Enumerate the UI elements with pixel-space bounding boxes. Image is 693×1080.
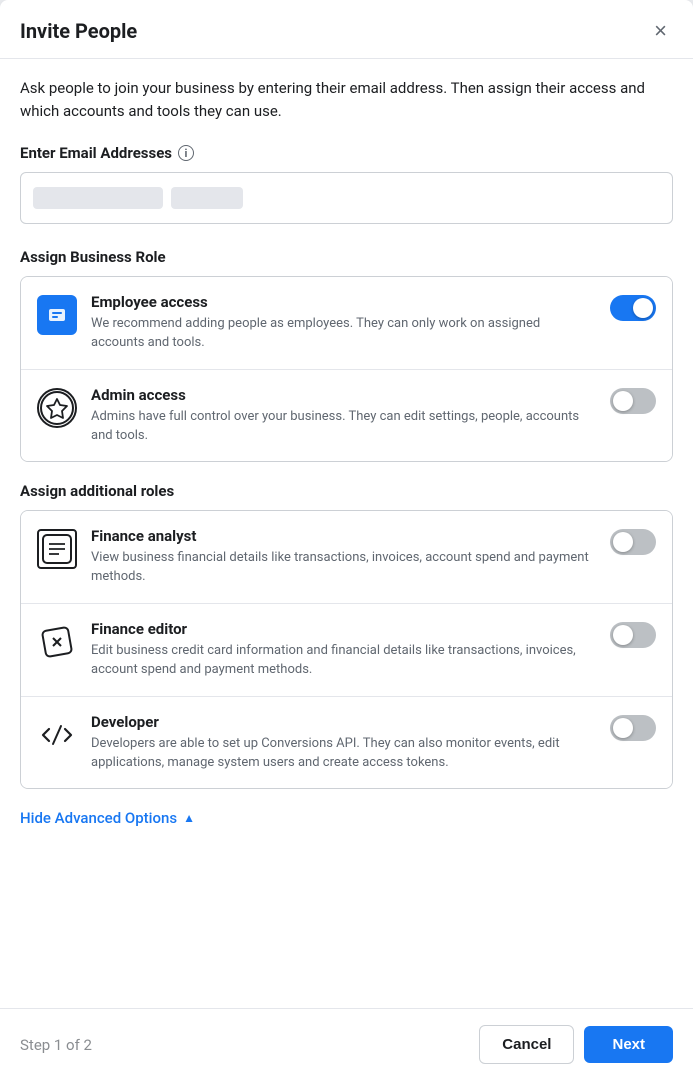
admin-role-desc: Admins have full control over your busin… bbox=[91, 408, 596, 446]
finance-editor-role-item: Finance editor Edit business credit card… bbox=[21, 603, 672, 696]
additional-roles-label: Assign additional roles bbox=[20, 482, 673, 500]
business-role-card: Employee access We recommend adding peop… bbox=[20, 276, 673, 462]
finance-analyst-role-content: Finance analyst View business financial … bbox=[91, 527, 596, 587]
employee-toggle[interactable] bbox=[610, 295, 656, 321]
finance-editor-toggle-knob bbox=[613, 625, 633, 645]
admin-toggle-wrap bbox=[610, 388, 656, 414]
footer-buttons: Cancel Next bbox=[479, 1025, 673, 1064]
hide-advanced-options-link[interactable]: Hide Advanced Options ▲ bbox=[20, 809, 673, 827]
admin-role-name: Admin access bbox=[91, 386, 596, 404]
finance-analyst-role-name: Finance analyst bbox=[91, 527, 596, 545]
admin-toggle[interactable] bbox=[610, 388, 656, 414]
finance-analyst-toggle-wrap bbox=[610, 529, 656, 555]
finance-analyst-role-item: Finance analyst View business financial … bbox=[21, 511, 672, 603]
developer-toggle-wrap bbox=[610, 715, 656, 741]
employee-icon bbox=[37, 295, 77, 335]
employee-role-name: Employee access bbox=[91, 293, 596, 311]
email-tag-placeholder-1 bbox=[33, 187, 163, 209]
developer-role-desc: Developers are able to set up Conversion… bbox=[91, 735, 596, 773]
admin-icon bbox=[37, 388, 77, 428]
finance-analyst-toggle[interactable] bbox=[610, 529, 656, 555]
finance-editor-toggle-wrap bbox=[610, 622, 656, 648]
finance-editor-role-name: Finance editor bbox=[91, 620, 596, 638]
additional-roles-card: Finance analyst View business financial … bbox=[20, 510, 673, 789]
developer-role-item: Developer Developers are able to set up … bbox=[21, 696, 672, 789]
employee-role-item: Employee access We recommend adding peop… bbox=[21, 277, 672, 369]
additional-roles-section: Assign additional roles Finance analy bbox=[20, 482, 673, 789]
admin-toggle-knob bbox=[613, 391, 633, 411]
modal-body: Ask people to join your business by ente… bbox=[0, 59, 693, 1008]
finance-editor-icon bbox=[37, 622, 77, 662]
developer-toggle[interactable] bbox=[610, 715, 656, 741]
employee-role-content: Employee access We recommend adding peop… bbox=[91, 293, 596, 353]
finance-analyst-toggle-knob bbox=[613, 532, 633, 552]
modal-title: Invite People bbox=[20, 19, 137, 43]
employee-toggle-knob bbox=[633, 298, 653, 318]
email-tag-placeholder-2 bbox=[171, 187, 243, 209]
modal-header: Invite People × bbox=[0, 0, 693, 59]
invite-people-modal: Invite People × Ask people to join your … bbox=[0, 0, 693, 1080]
developer-icon bbox=[37, 715, 77, 755]
developer-role-name: Developer bbox=[91, 713, 596, 731]
finance-editor-role-desc: Edit business credit card information an… bbox=[91, 642, 596, 680]
developer-toggle-knob bbox=[613, 718, 633, 738]
finance-editor-role-content: Finance editor Edit business credit card… bbox=[91, 620, 596, 680]
info-icon[interactable]: i bbox=[178, 145, 194, 161]
step-label: Step 1 of 2 bbox=[20, 1036, 92, 1054]
business-role-section: Assign Business Role Employee access bbox=[20, 248, 673, 462]
employee-role-desc: We recommend adding people as employees.… bbox=[91, 315, 596, 353]
description-text: Ask people to join your business by ente… bbox=[20, 77, 673, 122]
email-section-label: Enter Email Addresses i bbox=[20, 144, 673, 162]
email-input-area[interactable] bbox=[20, 172, 673, 224]
finance-editor-toggle[interactable] bbox=[610, 622, 656, 648]
close-button[interactable]: × bbox=[648, 18, 673, 44]
admin-role-content: Admin access Admins have full control ov… bbox=[91, 386, 596, 446]
admin-role-item: Admin access Admins have full control ov… bbox=[21, 369, 672, 462]
modal-footer: Step 1 of 2 Cancel Next bbox=[0, 1008, 693, 1080]
business-role-label: Assign Business Role bbox=[20, 248, 673, 266]
finance-analyst-role-desc: View business financial details like tra… bbox=[91, 549, 596, 587]
finance-analyst-icon bbox=[37, 529, 77, 569]
cancel-button[interactable]: Cancel bbox=[479, 1025, 574, 1064]
employee-toggle-wrap bbox=[610, 295, 656, 321]
next-button[interactable]: Next bbox=[584, 1026, 673, 1063]
developer-role-content: Developer Developers are able to set up … bbox=[91, 713, 596, 773]
